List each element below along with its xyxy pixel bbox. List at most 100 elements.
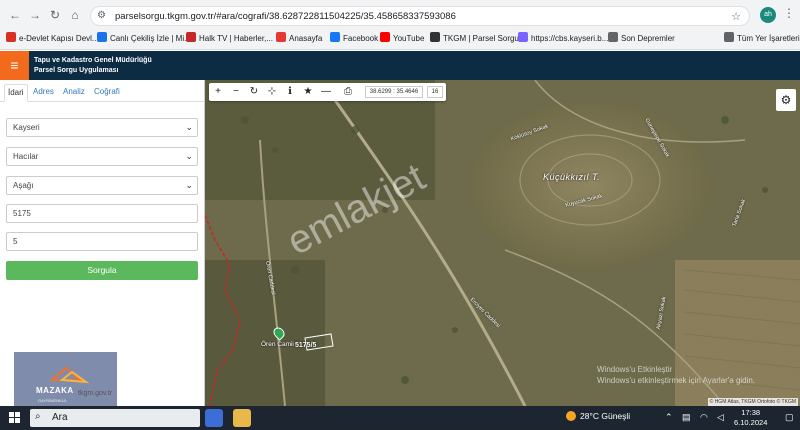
weather-text: 28°C Güneşli <box>580 411 631 421</box>
bookmark-favicon-icon <box>330 32 340 42</box>
home-icon[interactable]: ⌂ <box>66 6 84 24</box>
bookmark-favicon-icon <box>186 32 196 42</box>
windows-taskbar: ⌕ Ara 28°C Güneşli ⌃ ▤ ◠ ◁ 17:38 6.10.20… <box>0 406 800 430</box>
bookmark-favicon-icon <box>430 32 440 42</box>
bookmark-item[interactable]: https://cbs.kayseri.b... <box>518 32 608 46</box>
mahalle-select[interactable]: Aşağı ⌄ <box>6 176 198 195</box>
profile-avatar[interactable]: ah <box>760 7 776 23</box>
info-icon[interactable]: ℹ <box>281 83 299 101</box>
logo-subtext: GAYRİMENKUL <box>38 398 67 403</box>
browser-menu-icon[interactable]: ⋮ <box>783 6 795 20</box>
bookmark-favicon-icon <box>380 32 390 42</box>
bookmark-label: Anasayfa <box>289 34 323 43</box>
clock-date: 6.10.2024 <box>734 418 768 427</box>
windows-activation-notice: Windows'u Etkinleştir Windows'u etkinleş… <box>597 364 755 386</box>
chevron-down-icon: ⌄ <box>185 122 193 132</box>
forward-icon[interactable]: → <box>26 6 44 24</box>
bookmark-item[interactable]: Anasayfa <box>276 32 322 46</box>
tray-chevron-icon[interactable]: ⌃ <box>665 412 673 423</box>
bookmark-item[interactable]: e-Devlet Kapısı Devl... <box>6 32 99 46</box>
bookmark-label: Canlı Çekiliş İzle | Mi... <box>110 34 191 43</box>
bookmark-label: e-Devlet Kapısı Devl... <box>19 34 99 43</box>
bookmark-label: https://cbs.kayseri.b... <box>531 34 609 43</box>
sorgula-button[interactable]: Sorgula <box>6 261 198 280</box>
bookmark-label: TKGM | Parsel Sorgu... <box>443 34 526 43</box>
search-icon: ⌕ <box>35 411 41 422</box>
logo-text: MAZAKA <box>36 386 74 395</box>
place-name: Küçükkızıl T. <box>543 172 601 182</box>
reload-icon[interactable]: ↻ <box>46 6 64 24</box>
back-icon[interactable]: ← <box>6 6 24 24</box>
bookmark-item[interactable]: Tüm Yer İşaretleri <box>724 32 800 46</box>
zoom-level: 16 <box>427 86 443 98</box>
ilce-value: Hacılar <box>13 152 39 161</box>
bookmark-label: Facebook <box>343 34 379 43</box>
system-clock[interactable]: 17:38 6.10.2024 <box>734 408 767 428</box>
bookmark-label: YouTube <box>393 34 425 43</box>
ilce-select[interactable]: Hacılar ⌄ <box>6 147 198 166</box>
bookmark-item[interactable]: Son Depremler <box>608 32 675 46</box>
ada-input[interactable]: 5175 <box>6 204 198 223</box>
locate-icon[interactable]: ⊹ <box>263 83 281 101</box>
wifi-icon[interactable]: ◠ <box>700 412 708 423</box>
favorite-star-icon[interactable]: ★ <box>299 83 317 101</box>
marker-label: Ören Camii <box>261 341 294 348</box>
bookmark-favicon-icon <box>724 32 734 42</box>
tab-adres[interactable]: Adres <box>30 84 57 102</box>
url-text[interactable]: parselsorgu.tkgm.gov.tr/#ara/cografi/38.… <box>115 11 456 22</box>
settings-gear-icon[interactable]: ⚙ <box>776 89 796 111</box>
parcel-label[interactable]: 5175/5 <box>295 342 316 349</box>
tab-cografi[interactable]: Coğrafi <box>91 84 123 102</box>
app-title-line2: Parsel Sorgu Uygulaması <box>34 67 119 74</box>
bookmark-favicon-icon <box>608 32 618 42</box>
weather-widget[interactable]: 28°C Güneşli <box>566 411 630 421</box>
search-placeholder: Ara <box>52 412 68 423</box>
bookmark-item[interactable]: TKGM | Parsel Sorgu... <box>430 32 526 46</box>
zoom-out-icon[interactable]: − <box>227 83 245 101</box>
il-select[interactable]: Kayseri ⌄ <box>6 118 198 137</box>
coordinate-readout: 38.6299 : 35.4646 <box>365 86 423 98</box>
refresh-icon[interactable]: ↻ <box>245 83 263 101</box>
bookmark-label: Tüm Yer İşaretleri <box>737 34 800 43</box>
app-title-line1: Tapu ve Kadastro Genel Müdürlüğü <box>34 57 152 64</box>
query-tabs: İdari Adres Analiz Coğrafi <box>0 80 205 102</box>
tab-idari[interactable]: İdari <box>4 84 28 102</box>
bookmarks-bar: e-Devlet Kapısı Devl... Canlı Çekiliş İzl… <box>0 30 800 48</box>
bookmark-item[interactable]: Canlı Çekiliş İzle | Mi... <box>97 32 191 46</box>
sun-icon <box>566 411 576 421</box>
bookmark-item[interactable]: Halk TV | Haberler,... <box>186 32 273 46</box>
measure-line-icon[interactable]: — <box>317 83 335 101</box>
bookmark-favicon-icon <box>518 32 528 42</box>
zoom-in-icon[interactable]: + <box>209 83 227 101</box>
hamburger-menu-icon[interactable]: ≡ <box>0 51 29 80</box>
tab-analiz[interactable]: Analiz <box>60 84 88 102</box>
browser-navbar: ← → ↻ ⌂ ⚙ parselsorgu.tkgm.gov.tr/#ara/c… <box>0 4 800 28</box>
bookmark-label: Son Depremler <box>621 34 675 43</box>
windows-notice-text: Windows'u etkinleştirmek için Ayarlar'a … <box>597 376 756 385</box>
bookmark-label: Halk TV | Haberler,... <box>199 34 273 43</box>
bookmark-item[interactable]: Facebook <box>330 32 378 46</box>
bookmark-favicon-icon <box>6 32 16 42</box>
network-icon[interactable]: ▤ <box>682 412 691 423</box>
notification-icon[interactable]: ▢ <box>785 412 794 423</box>
print-icon[interactable]: ⎙ <box>339 83 357 101</box>
bookmark-star-icon[interactable]: ☆ <box>731 10 741 23</box>
bookmark-item[interactable]: YouTube <box>380 32 424 46</box>
app-title: Tapu ve Kadastro Genel Müdürlüğü Parsel … <box>34 56 152 76</box>
chevron-down-icon: ⌄ <box>185 180 193 190</box>
il-value: Kayseri <box>13 123 40 132</box>
windows-start-icon[interactable] <box>9 412 21 424</box>
volume-icon[interactable]: ◁ <box>717 412 724 423</box>
map-view[interactable]: + − ↻ ⊹ ℹ ★ — ⎙ 38.6299 : 35.4646 16 ⚙ K… <box>205 80 800 406</box>
app-header: ≡ Tapu ve Kadastro Genel Müdürlüğü Parse… <box>0 51 800 80</box>
file-explorer-icon[interactable] <box>233 409 251 427</box>
site-info-icon[interactable]: ⚙ <box>97 10 106 21</box>
query-panel: İdari Adres Analiz Coğrafi Kayseri ⌄ Hac… <box>0 80 205 408</box>
windows-notice-title: Windows'u Etkinleştir <box>597 365 673 374</box>
contact-email[interactable]: tkgm.gov.tr <box>78 390 112 397</box>
taskbar-search[interactable]: ⌕ Ara <box>30 409 200 427</box>
address-bar[interactable]: ⚙ parselsorgu.tkgm.gov.tr/#ara/cografi/3… <box>90 6 750 26</box>
parsel-input[interactable]: 5 <box>6 232 198 251</box>
chrome-taskbar-icon[interactable] <box>205 409 223 427</box>
mazaka-logo: MAZAKA GAYRİMENKUL <box>14 352 117 408</box>
